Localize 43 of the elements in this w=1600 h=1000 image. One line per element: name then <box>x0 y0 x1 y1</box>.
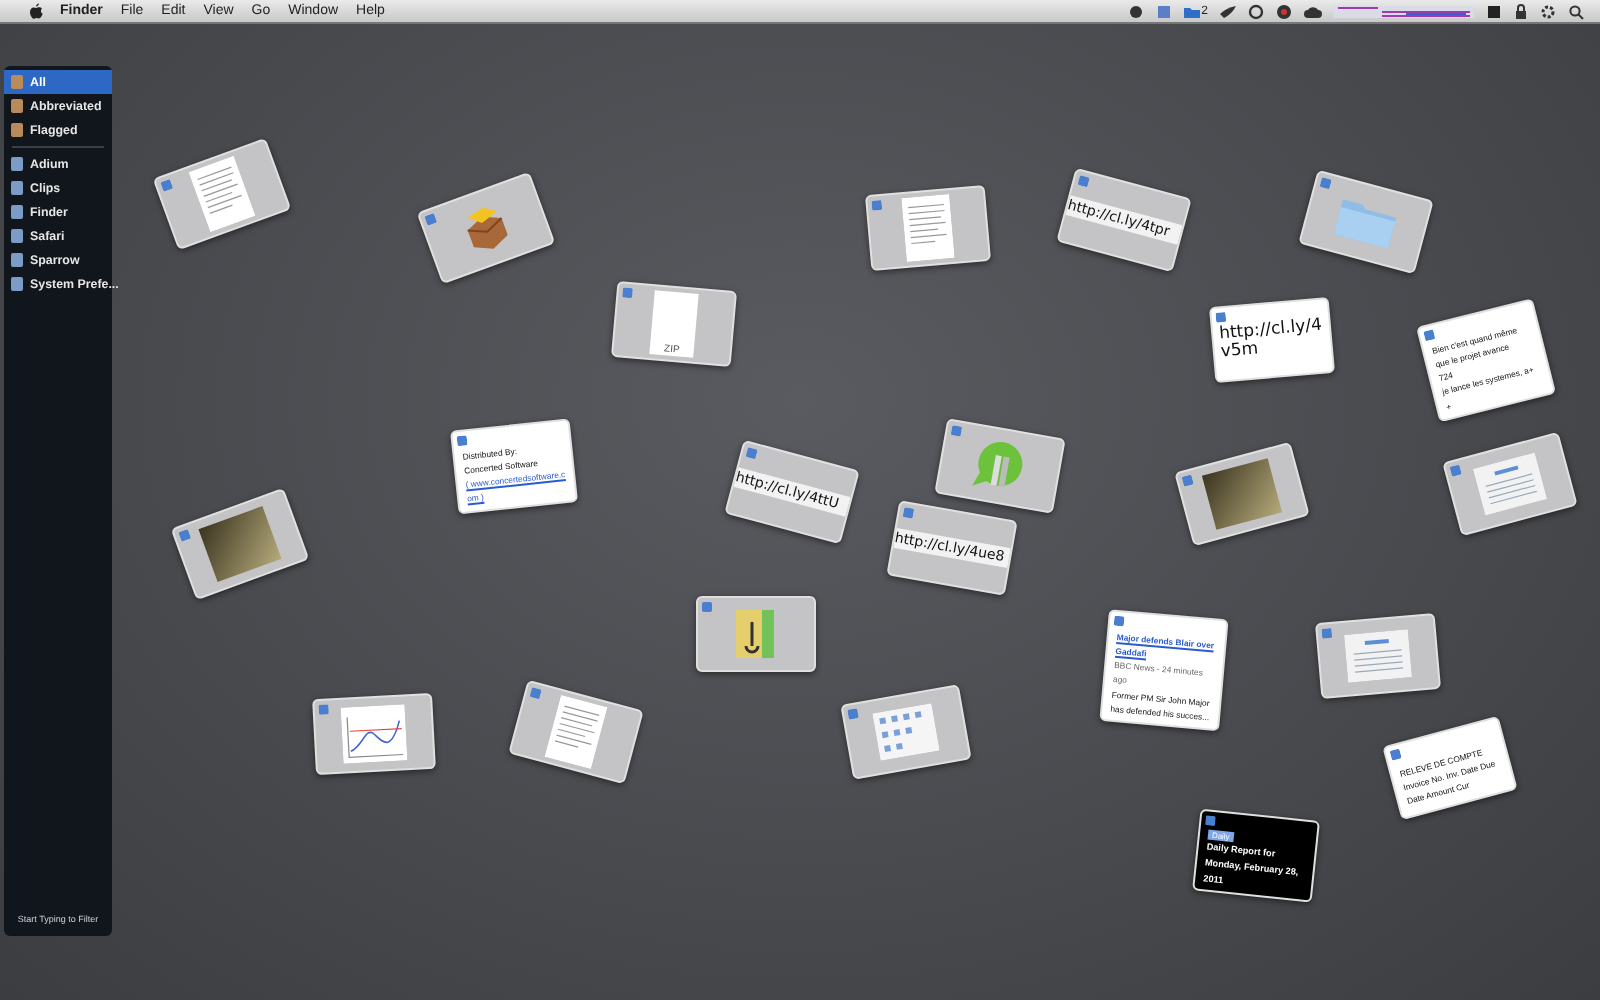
folder-icon[interactable] <box>1183 3 1200 19</box>
clip-card[interactable] <box>934 418 1066 514</box>
app-badge-icon <box>1181 474 1194 487</box>
search-icon[interactable] <box>1568 3 1584 19</box>
app-badge-icon <box>1321 627 1333 639</box>
app-badge-icon <box>950 425 963 437</box>
app-badge-icon <box>1204 815 1216 827</box>
clip-card[interactable] <box>1314 612 1442 700</box>
app-badge-icon <box>1423 329 1436 342</box>
app-badge-icon <box>1449 464 1462 477</box>
app-badge-icon <box>318 704 329 715</box>
url-text: http://cl.ly/4v5m <box>1218 317 1325 368</box>
app-badge-icon <box>1319 177 1332 190</box>
app-badge-icon <box>847 708 859 720</box>
app-badge-icon <box>622 287 633 299</box>
app-badge-icon <box>1389 748 1402 761</box>
clip-card[interactable]: http://cl.ly/4v5m <box>1208 296 1336 384</box>
app-badge-icon <box>1077 175 1090 188</box>
folder-icon <box>1331 193 1401 251</box>
app-badge-icon <box>178 529 192 542</box>
lock-icon[interactable] <box>1514 3 1528 19</box>
app-badge-icon <box>902 507 915 519</box>
apple-icon[interactable] <box>28 2 44 20</box>
cloud-icon[interactable] <box>1304 3 1322 19</box>
app-badge-icon <box>160 179 174 192</box>
app-badge-icon <box>1113 615 1125 627</box>
clip-card[interactable] <box>696 596 816 672</box>
app-badge-icon <box>871 199 883 211</box>
document-thumbnail <box>901 194 955 262</box>
app-badge-icon <box>745 447 758 460</box>
app-badge-icon <box>424 213 438 226</box>
clip-card[interactable] <box>312 692 436 776</box>
app-badge-icon <box>456 435 468 447</box>
clip-card[interactable] <box>840 684 972 780</box>
activity-graph-icon[interactable] <box>1334 3 1474 19</box>
app-badge-icon <box>702 602 712 612</box>
clip-card[interactable] <box>864 184 992 272</box>
status-menu-icon[interactable] <box>1486 3 1502 19</box>
gear-icon[interactable] <box>1540 3 1556 19</box>
icon-grid-thumbnail <box>872 703 940 761</box>
screenshot-thumbnail <box>1344 629 1412 683</box>
app-badge-icon <box>529 687 542 700</box>
chart-thumbnail <box>340 704 408 764</box>
